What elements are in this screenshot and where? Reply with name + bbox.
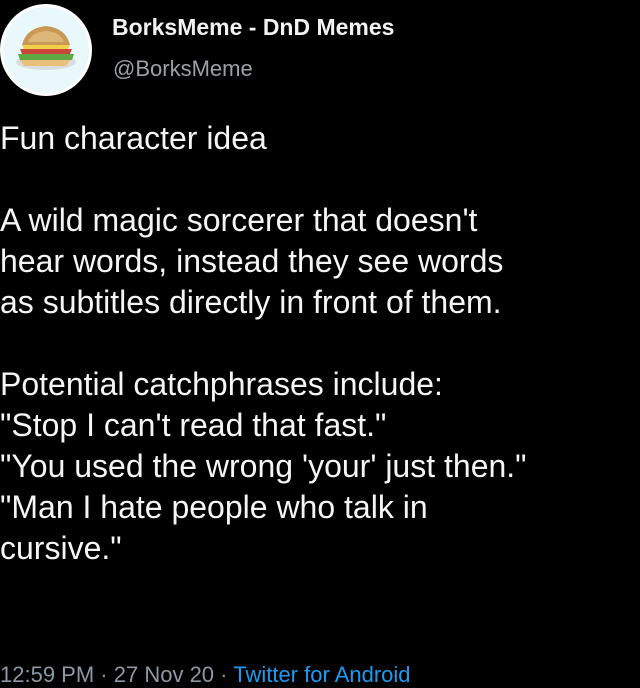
tweet-date[interactable]: 27 Nov 20 — [114, 662, 214, 687]
tweet-line: "Man I hate people who talk in — [0, 489, 428, 525]
author-display-name[interactable]: BorksMeme - DnD Memes — [112, 14, 394, 41]
tweet-text: Fun character idea A wild magic sorcerer… — [0, 118, 636, 569]
sandwich-icon — [16, 26, 76, 70]
meta-separator: · — [220, 662, 228, 687]
tweet-line: A wild magic sorcerer that doesn't — [0, 202, 478, 238]
tweet-line: Fun character idea — [0, 120, 267, 156]
tweet-line: "You used the wrong 'your' just then." — [0, 448, 527, 484]
avatar[interactable] — [0, 4, 92, 96]
meta-separator: · — [100, 662, 108, 687]
tweet-line: Potential catchphrases include: — [0, 366, 443, 402]
tweet-line: "Stop I can't read that fast." — [0, 407, 387, 443]
tweet-line: cursive." — [0, 530, 122, 566]
tweet-header: BorksMeme - DnD Memes @BorksMeme — [0, 0, 640, 100]
tweet-source-link[interactable]: Twitter for Android — [233, 662, 410, 687]
tweet-line: as subtitles directly in front of them. — [0, 284, 502, 320]
tweet-time[interactable]: 12:59 PM — [0, 662, 94, 687]
tweet-metadata: 12:59 PM · 27 Nov 20 · Twitter for Andro… — [0, 662, 411, 688]
tweet-line: hear words, instead they see words — [0, 243, 504, 279]
author-handle[interactable]: @BorksMeme — [113, 56, 253, 82]
